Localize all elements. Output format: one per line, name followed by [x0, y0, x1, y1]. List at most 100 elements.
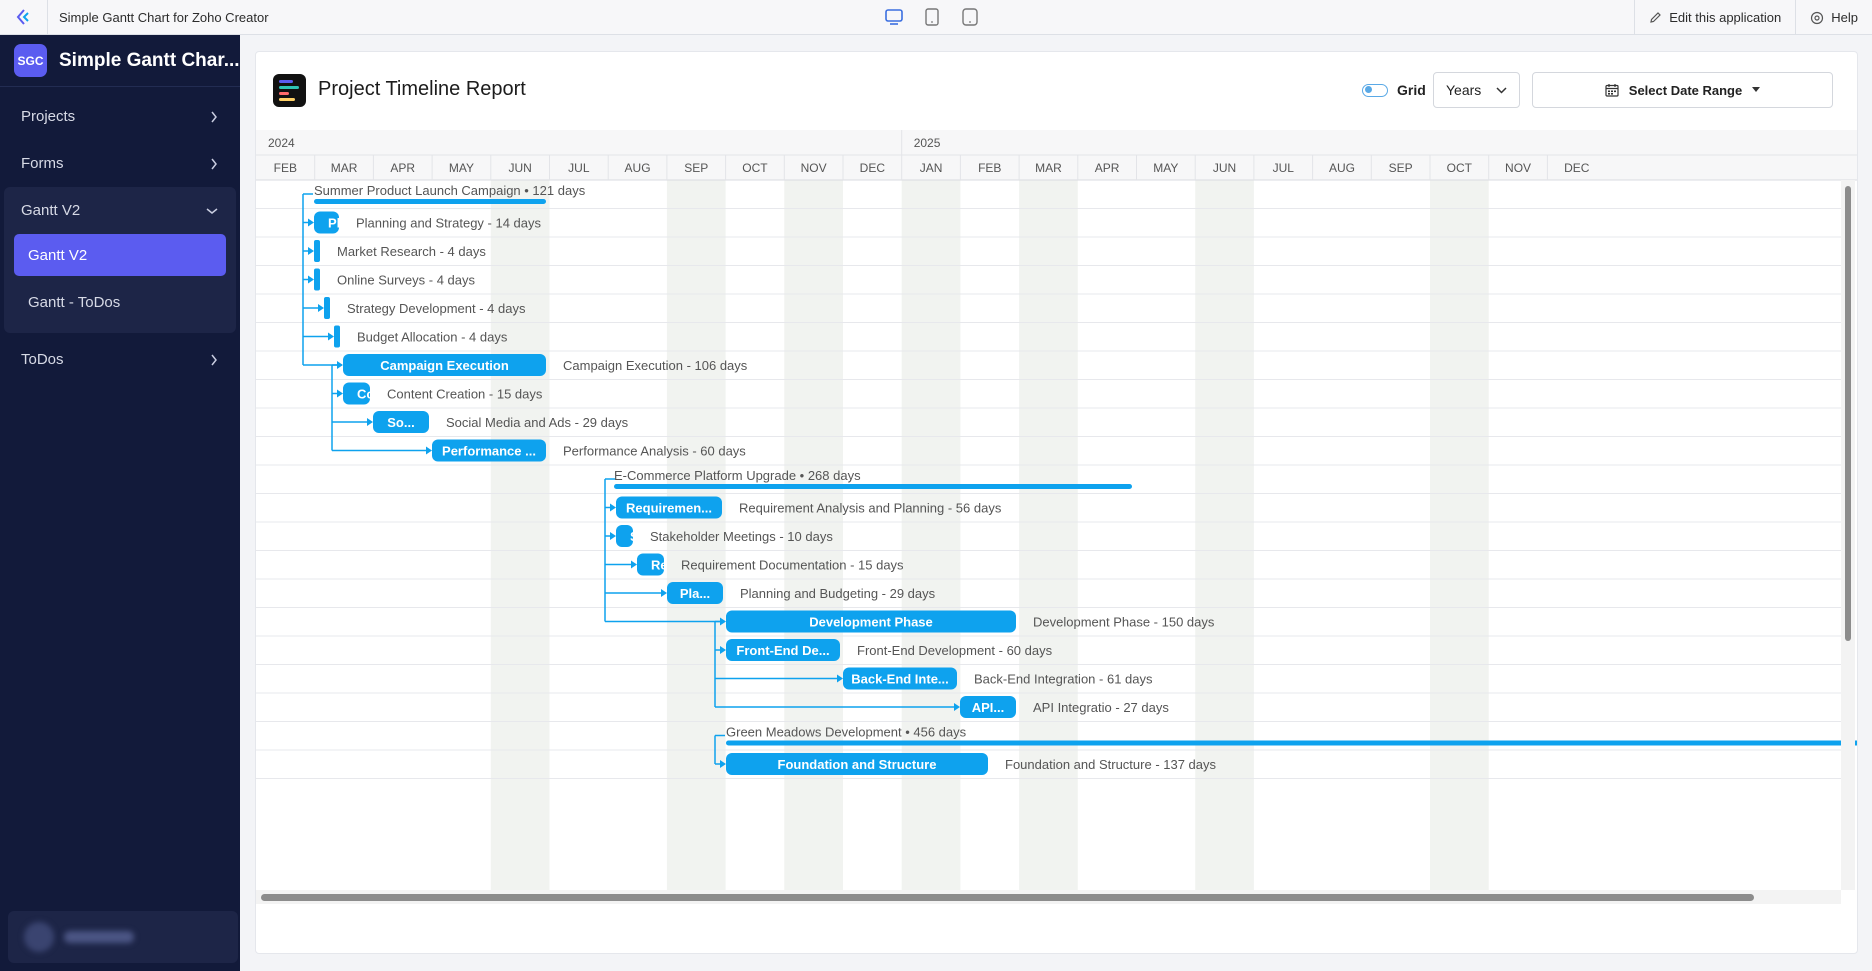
month-label: JUN — [1213, 161, 1236, 175]
grid-shade-column — [1019, 180, 1078, 890]
task-bar-text: Performance ... — [442, 444, 536, 459]
month-label: APR — [390, 161, 415, 175]
horizontal-scrollbar-thumb[interactable] — [261, 894, 1754, 901]
month-label: FEB — [978, 161, 1001, 175]
dependency-arrow — [308, 275, 314, 284]
grid-shade-column — [490, 180, 550, 890]
help-icon — [1811, 11, 1824, 24]
task-bar-text: S — [630, 529, 639, 544]
dependency-arrow — [426, 446, 432, 455]
task-label: Planning and Budgeting - 29 days — [740, 586, 936, 601]
month-label: DEC — [860, 161, 886, 175]
task-bar-text: Foundation and Structure — [778, 757, 937, 772]
dependency-arrow — [661, 589, 667, 597]
chevron-right-icon — [211, 354, 217, 365]
task-label: Social Media and Ads - 29 days — [446, 415, 629, 430]
task-bar-text: API... — [972, 700, 1005, 715]
task-bar[interactable] — [334, 325, 340, 348]
help-button[interactable]: Help — [1795, 0, 1872, 35]
project-label: E-Commerce Platform Upgrade • 268 days — [614, 468, 861, 483]
grid-shade-column — [1195, 180, 1254, 890]
month-label: DEC — [1564, 161, 1590, 175]
sidebar-item-forms[interactable]: Forms — [0, 140, 240, 187]
dependency-arrow — [328, 332, 334, 341]
task-bar-text: Campaign Execution — [380, 358, 509, 373]
project-summary-bar[interactable] — [726, 740, 1858, 746]
task-label: Front-End Development - 60 days — [857, 643, 1053, 658]
task-bar-text: Pl — [328, 216, 340, 231]
month-label: JUN — [508, 161, 531, 175]
caret-down-icon — [1752, 87, 1761, 92]
month-label: JUL — [568, 161, 590, 175]
year-header — [256, 130, 1857, 155]
device-preview-switcher — [883, 6, 981, 28]
chevron-down-icon — [206, 207, 218, 214]
back-home-icon[interactable] — [0, 0, 48, 35]
sidebar-item-projects[interactable]: Projects — [0, 93, 240, 140]
task-label: Requirement Analysis and Planning - 56 d… — [739, 501, 1002, 516]
scale-select[interactable]: Years — [1433, 72, 1520, 108]
report-header: Project Timeline Report Grid Years Selec… — [256, 52, 1857, 130]
gantt-canvas: 2024 2025 FEB MAR APR MAY JUN JUL AUG SEP OCT NOV DE… — [256, 130, 1858, 904]
task-label: Stakeholder Meetings - 10 days — [650, 529, 833, 544]
month-label: NOV — [801, 161, 827, 175]
year-label: 2024 — [268, 136, 295, 150]
sidebar-app-name: Simple Gantt Char... — [59, 49, 240, 71]
project-label: Green Meadows Development • 456 days — [726, 725, 967, 740]
task-bar-text: Re — [651, 558, 668, 573]
task-bar-text: Front-End De... — [736, 643, 829, 658]
sidebar-item-label: ToDos — [21, 351, 64, 368]
task-label: Budget Allocation - 4 days — [357, 330, 508, 345]
sidebar-subitem-gantt-v2[interactable]: Gantt V2 — [14, 234, 226, 276]
dependency-arrow — [308, 218, 314, 227]
project-summary-bar[interactable] — [314, 199, 546, 204]
task-bar[interactable] — [314, 240, 320, 262]
user-profile[interactable] — [8, 911, 238, 963]
month-label: FEB — [274, 161, 297, 175]
sidebar: SGC Simple Gantt Char... Projects Forms … — [0, 35, 240, 971]
task-bar-text: Requiremen... — [626, 501, 712, 516]
sidebar-header: SGC Simple Gantt Char... — [0, 35, 240, 87]
task-label: Development Phase - 150 days — [1033, 615, 1215, 630]
task-bar[interactable] — [324, 297, 330, 319]
toggle-switch[interactable] — [1362, 83, 1388, 97]
task-label: Content Creation - 15 days — [387, 387, 543, 402]
vertical-scrollbar-thumb[interactable] — [1845, 186, 1851, 641]
task-label: Back-End Integration - 61 days — [974, 672, 1153, 687]
dependency-arrow — [337, 389, 343, 398]
avatar — [24, 922, 54, 952]
mobile-icon[interactable] — [959, 6, 981, 28]
task-bar-text: Development Phase — [809, 615, 933, 630]
task-label: Strategy Development - 4 days — [347, 301, 526, 316]
sidebar-item-gantt-v2[interactable]: Gantt V2 — [4, 187, 236, 234]
sidebar-subitem-gantt-todos[interactable]: Gantt - ToDos — [14, 281, 226, 323]
date-range-button[interactable]: Select Date Range — [1532, 72, 1833, 108]
task-label: API Integratio - 27 days — [1033, 700, 1169, 715]
month-label: AUG — [625, 161, 651, 175]
help-label: Help — [1831, 10, 1858, 25]
month-label: SEP — [1389, 161, 1413, 175]
task-bar-text: Co — [357, 387, 374, 402]
month-label: MAR — [331, 161, 358, 175]
edit-application-button[interactable]: Edit this application — [1634, 0, 1795, 35]
task-label: Foundation and Structure - 137 days — [1005, 757, 1217, 772]
task-label: Performance Analysis - 60 days — [563, 444, 746, 459]
grid-shade-column — [901, 180, 961, 890]
grid-toggle[interactable]: Grid — [1362, 82, 1426, 98]
month-label: JUL — [1273, 161, 1295, 175]
sidebar-item-todos[interactable]: ToDos — [0, 336, 240, 383]
desktop-icon[interactable] — [883, 6, 905, 28]
chevron-right-icon — [211, 158, 217, 169]
calendar-icon — [1605, 84, 1619, 97]
task-label: Requirement Documentation - 15 days — [681, 558, 904, 573]
task-bar[interactable] — [314, 268, 320, 291]
dependency-arrow — [610, 532, 616, 540]
month-label: NOV — [1505, 161, 1531, 175]
sidebar-item-label: Projects — [21, 108, 76, 125]
project-label: Summer Product Launch Campaign • 121 day… — [314, 183, 586, 198]
year-label: 2025 — [914, 136, 941, 150]
tablet-icon[interactable] — [921, 6, 943, 28]
grid-label: Grid — [1397, 82, 1426, 98]
task-label: Online Surveys - 4 days — [337, 273, 476, 288]
project-summary-bar[interactable] — [614, 484, 1132, 489]
